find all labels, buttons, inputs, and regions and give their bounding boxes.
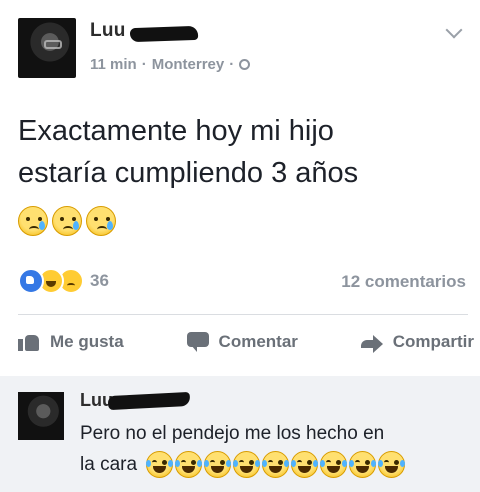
laughing-tears-icon <box>320 451 348 479</box>
speech-bubble-icon <box>186 332 209 352</box>
comments-count-link[interactable]: 12 comentarios <box>341 272 466 292</box>
laughing-tears-icon <box>262 451 290 479</box>
chevron-down-icon[interactable] <box>445 21 463 39</box>
like-button[interactable]: Me gusta <box>18 332 124 352</box>
post-meta: 11 min · Monterrey · <box>90 56 251 73</box>
like-label: Me gusta <box>50 332 124 351</box>
laughing-tears-icon <box>349 451 377 479</box>
author-name-wrap[interactable]: Luu <box>90 20 199 44</box>
share-arrow-icon <box>360 333 383 353</box>
laughing-tears-icon <box>291 451 319 479</box>
post-actions: Me gusta Comentar Compartir <box>18 332 474 353</box>
comment-text-line-2: la cara <box>80 449 470 480</box>
comment-section: Luu Pero no el pendejo me los hecho en l… <box>0 376 480 492</box>
reactions-summary[interactable]: 36 <box>18 268 109 294</box>
like-reaction-icon <box>18 268 44 294</box>
post-time[interactable]: 11 min <box>90 56 137 73</box>
commenter-avatar[interactable] <box>18 392 64 440</box>
divider <box>18 314 468 315</box>
comment-emoji-row <box>146 451 406 479</box>
comment-text: Pero no el pendejo me los hecho en la ca… <box>80 418 470 480</box>
meta-separator: · <box>141 56 147 73</box>
crying-face-icon <box>18 206 48 236</box>
post-location[interactable]: Monterrey <box>152 56 225 73</box>
laughing-tears-icon <box>378 451 406 479</box>
share-label: Compartir <box>392 332 474 351</box>
share-button[interactable]: Compartir <box>360 332 474 353</box>
comment-button[interactable]: Comentar <box>186 332 298 352</box>
globe-icon <box>239 59 251 70</box>
post-emoji-row <box>18 206 116 236</box>
laughing-tears-icon <box>146 451 174 479</box>
comment-label: Comentar <box>218 332 298 351</box>
crying-face-icon <box>86 206 116 236</box>
crying-face-icon <box>52 206 82 236</box>
author-name[interactable]: Luu <box>90 20 126 41</box>
laughing-tears-icon <box>204 451 232 479</box>
redaction-scribble <box>107 391 191 411</box>
reaction-count: 36 <box>90 271 109 290</box>
post-text-line: estaría cumpliendo 3 años <box>18 157 359 189</box>
redaction-scribble <box>129 25 199 43</box>
comment-text-line: Pero no el pendejo me los hecho en <box>80 423 385 444</box>
post-text: Exactamente hoy mi hijo estaría cumplien… <box>18 110 478 194</box>
post-text-line: Exactamente hoy mi hijo <box>18 115 334 147</box>
facebook-post: Luu 11 min · Monterrey · Exactamente hoy… <box>0 0 480 372</box>
laughing-tears-icon <box>233 451 261 479</box>
thumbs-up-icon <box>18 333 40 351</box>
commenter-name-wrap[interactable]: Luu <box>80 390 191 411</box>
laughing-tears-icon <box>175 451 203 479</box>
meta-separator: · <box>229 56 235 73</box>
comment-text-line: la cara <box>80 454 138 475</box>
author-avatar[interactable] <box>18 18 76 78</box>
